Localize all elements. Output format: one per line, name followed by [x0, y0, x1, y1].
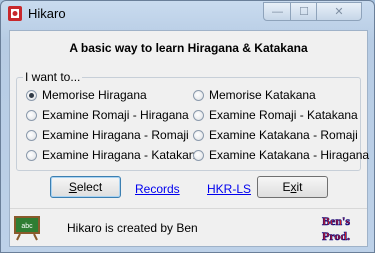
select-label: elect [76, 180, 103, 194]
radio-katakana-romaji[interactable]: Examine Katakana - Romaji [193, 128, 358, 142]
maximize-icon: ☐ [299, 6, 309, 18]
svg-text:Prod.: Prod. [322, 229, 350, 243]
radio-hiragana-katakana[interactable]: Examine Hiragana - Katakana [26, 148, 202, 162]
radio-checked-icon [26, 89, 37, 101]
radio-label: Examine Romaji - Katakana [209, 108, 358, 122]
minimize-button[interactable]: — [263, 2, 292, 21]
select-button[interactable]: Select [50, 176, 121, 198]
radio-label: Examine Katakana - Romaji [209, 128, 358, 142]
maximize-button[interactable]: ☐ [290, 2, 318, 21]
mode-groupbox: I want to... Memorise Hiragana Memorise … [16, 70, 369, 171]
radio-unchecked-icon [26, 129, 37, 141]
hkr-ls-link[interactable]: HKR-LS [207, 182, 251, 196]
radio-romaji-katakana[interactable]: Examine Romaji - Katakana [193, 108, 358, 122]
exit-button[interactable]: Ex it [257, 176, 328, 198]
radio-unchecked-icon [193, 89, 204, 101]
radio-label: Examine Hiragana - Romaji [42, 128, 189, 142]
records-link[interactable]: Records [135, 182, 180, 196]
select-accel: S [68, 180, 77, 194]
title-bar[interactable]: Hikaro — ☐ ✕ [1, 1, 374, 27]
close-button[interactable]: ✕ [316, 2, 362, 21]
radio-unchecked-icon [193, 149, 204, 161]
board-text: abc [21, 223, 33, 230]
radio-unchecked-icon [193, 129, 204, 141]
app-heading: A basic way to learn Hiragana & Katakana [69, 41, 308, 55]
minimize-icon: — [272, 5, 283, 18]
app-window: Hikaro — ☐ ✕ A basic way to learn Hiraga… [0, 0, 375, 253]
group-label: I want to... [23, 70, 83, 84]
footer: abc Hikaro is created by Ben Ben's Prod. [10, 208, 367, 247]
svg-text:Ben's: Ben's [322, 214, 350, 228]
radio-unchecked-icon [26, 149, 37, 161]
radio-unchecked-icon [26, 109, 37, 121]
window-title: Hikaro [28, 6, 66, 21]
exit-label-end: it [296, 180, 303, 194]
close-icon: ✕ [334, 6, 344, 18]
bens-prod-logo: Ben's Prod. [322, 214, 351, 244]
radio-katakana-hiragana[interactable]: Examine Katakana - Hiragana [193, 148, 369, 162]
exit-label-start: E [282, 180, 291, 194]
radio-romaji-hiragana[interactable]: Examine Romaji - Hiragana [26, 108, 189, 122]
radio-label: Examine Romaji - Hiragana [42, 108, 189, 122]
radio-hiragana-romaji[interactable]: Examine Hiragana - Romaji [26, 128, 189, 142]
radio-memorise-hiragana[interactable]: Memorise Hiragana [26, 88, 147, 102]
credit-text: Hikaro is created by Ben [67, 221, 198, 235]
radio-label: Memorise Katakana [209, 88, 316, 102]
radio-label: Memorise Hiragana [42, 88, 147, 102]
radio-memorise-katakana[interactable]: Memorise Katakana [193, 88, 316, 102]
app-icon [8, 6, 22, 21]
client-area: A basic way to learn Hiragana & Katakana… [9, 30, 369, 247]
radio-label: Examine Hiragana - Katakana [42, 148, 203, 162]
radio-label: Examine Katakana - Hiragana [209, 148, 370, 162]
radio-unchecked-icon [193, 109, 204, 121]
chalkboard-icon: abc [14, 216, 40, 241]
